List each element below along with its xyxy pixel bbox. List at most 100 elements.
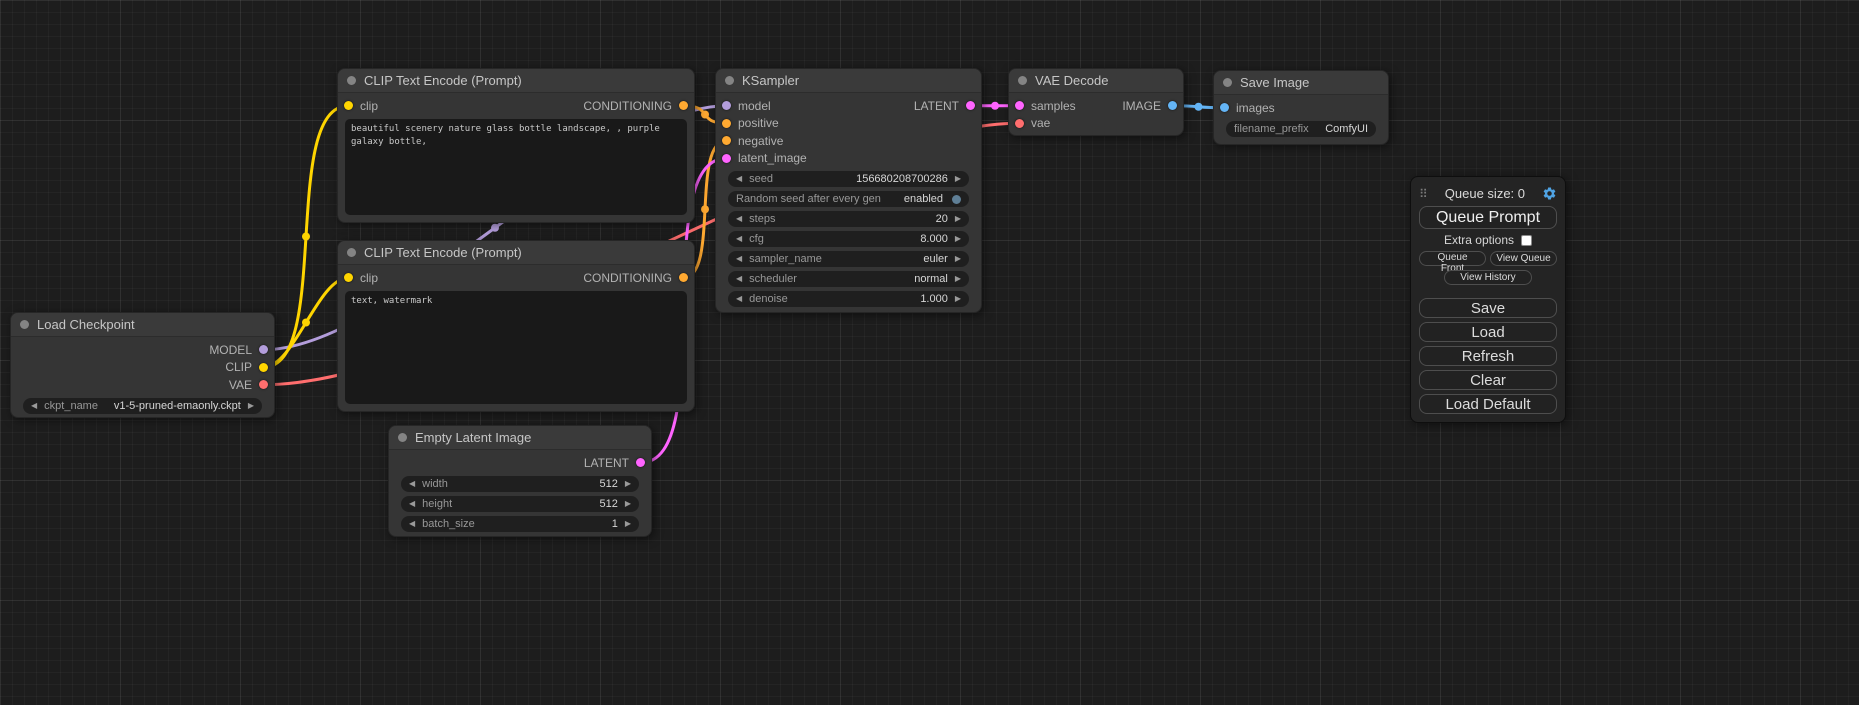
widget-scheduler[interactable]: ◀ scheduler normal ▶ <box>728 271 969 287</box>
drag-handle-icon[interactable]: ⠿ <box>1419 187 1428 201</box>
widget-height[interactable]: ◀ height 512 ▶ <box>401 496 639 512</box>
increment-arrow-icon[interactable]: ▶ <box>625 500 631 508</box>
increment-arrow-icon[interactable]: ▶ <box>955 235 961 243</box>
widget-filename-prefix[interactable]: filename_prefix ComfyUI <box>1226 121 1376 137</box>
toggle-indicator-icon[interactable] <box>952 195 961 204</box>
decrement-arrow-icon[interactable]: ◀ <box>736 175 742 183</box>
output-label-vae: VAE <box>229 378 252 392</box>
widget-random-seed-toggle[interactable]: Random seed after every gen enabled <box>728 191 969 207</box>
widget-value: euler <box>923 253 947 265</box>
node-collapse-dot[interactable] <box>1018 76 1027 85</box>
refresh-button[interactable]: Refresh <box>1419 346 1557 366</box>
node-ksampler[interactable]: KSampler model LATENT positive <box>715 68 982 313</box>
node-canvas[interactable]: Load Checkpoint MODEL CLIP VAE <box>0 0 1859 705</box>
save-button[interactable]: Save <box>1419 298 1557 318</box>
queue-prompt-button[interactable]: Queue Prompt <box>1419 206 1557 229</box>
widget-label: batch_size <box>422 518 475 530</box>
widget-seed[interactable]: ◀ seed 156680208700286 ▶ <box>728 171 969 187</box>
output-slot-image[interactable] <box>1168 101 1177 110</box>
input-slot-images[interactable] <box>1220 103 1229 112</box>
queue-front-button[interactable]: Queue Front <box>1419 251 1486 266</box>
slot-row: vae <box>1009 115 1183 133</box>
node-title: Empty Latent Image <box>415 430 531 445</box>
decrement-arrow-icon[interactable]: ◀ <box>409 500 415 508</box>
load-button[interactable]: Load <box>1419 322 1557 342</box>
input-slot-positive[interactable] <box>722 119 731 128</box>
widget-ckpt-name[interactable]: ◀ ckpt_name v1-5-pruned-emaonly.ckpt ▶ <box>23 398 262 414</box>
clear-button[interactable]: Clear <box>1419 370 1557 390</box>
increment-arrow-icon[interactable]: ▶ <box>248 402 254 410</box>
widget-steps[interactable]: ◀ steps 20 ▶ <box>728 211 969 227</box>
node-title-bar[interactable]: CLIP Text Encode (Prompt) <box>338 69 694 93</box>
node-collapse-dot[interactable] <box>347 248 356 257</box>
node-collapse-dot[interactable] <box>725 76 734 85</box>
view-history-button[interactable]: View History <box>1444 270 1532 285</box>
input-slot-vae[interactable] <box>1015 119 1024 128</box>
slot-row: images <box>1214 99 1388 117</box>
node-title-bar[interactable]: Load Checkpoint <box>11 313 274 337</box>
node-title-bar[interactable]: Save Image <box>1214 71 1388 95</box>
widget-width[interactable]: ◀ width 512 ▶ <box>401 476 639 492</box>
settings-gear-icon[interactable] <box>1542 186 1557 201</box>
prompt-text-input[interactable]: beautiful scenery nature glass bottle la… <box>345 119 687 216</box>
decrement-arrow-icon[interactable]: ◀ <box>736 215 742 223</box>
node-title-bar[interactable]: VAE Decode <box>1009 69 1183 93</box>
increment-arrow-icon[interactable]: ▶ <box>955 255 961 263</box>
decrement-arrow-icon[interactable]: ◀ <box>736 235 742 243</box>
slot-row: MODEL <box>11 341 274 359</box>
input-slot-latent-image[interactable] <box>722 154 731 163</box>
input-slot-clip[interactable] <box>344 273 353 282</box>
output-slot-latent[interactable] <box>966 101 975 110</box>
input-slot-negative[interactable] <box>722 136 731 145</box>
decrement-arrow-icon[interactable]: ◀ <box>409 520 415 528</box>
node-collapse-dot[interactable] <box>398 433 407 442</box>
node-vae-decode[interactable]: VAE Decode samples IMAGE vae <box>1008 68 1184 136</box>
prompt-text-input[interactable]: text, watermark <box>345 291 687 405</box>
output-slot-model[interactable] <box>259 345 268 354</box>
widget-cfg[interactable]: ◀ cfg 8.000 ▶ <box>728 231 969 247</box>
widget-sampler-name[interactable]: ◀ sampler_name euler ▶ <box>728 251 969 267</box>
output-slot-vae[interactable] <box>259 380 268 389</box>
extra-options-checkbox[interactable] <box>1521 235 1532 246</box>
decrement-arrow-icon[interactable]: ◀ <box>736 255 742 263</box>
input-slot-samples[interactable] <box>1015 101 1024 110</box>
node-clip-text-encode-negative[interactable]: CLIP Text Encode (Prompt) clip CONDITION… <box>337 240 695 412</box>
increment-arrow-icon[interactable]: ▶ <box>955 175 961 183</box>
node-collapse-dot[interactable] <box>1223 78 1232 87</box>
input-label-vae: vae <box>1031 116 1050 130</box>
load-default-button[interactable]: Load Default <box>1419 394 1557 414</box>
increment-arrow-icon[interactable]: ▶ <box>955 295 961 303</box>
wire-midpoint-dot <box>302 319 310 327</box>
widget-value: v1-5-pruned-emaonly.ckpt <box>114 400 241 412</box>
view-queue-button[interactable]: View Queue <box>1490 251 1557 266</box>
output-slot-clip[interactable] <box>259 363 268 372</box>
input-slot-clip[interactable] <box>344 101 353 110</box>
increment-arrow-icon[interactable]: ▶ <box>955 215 961 223</box>
output-slot-conditioning[interactable] <box>679 101 688 110</box>
node-title-bar[interactable]: KSampler <box>716 69 981 93</box>
input-slot-model[interactable] <box>722 101 731 110</box>
node-load-checkpoint[interactable]: Load Checkpoint MODEL CLIP VAE <box>10 312 275 418</box>
node-collapse-dot[interactable] <box>347 76 356 85</box>
widget-denoise[interactable]: ◀ denoise 1.000 ▶ <box>728 291 969 307</box>
increment-arrow-icon[interactable]: ▶ <box>625 480 631 488</box>
node-save-image[interactable]: Save Image images filename_prefix ComfyU… <box>1213 70 1389 145</box>
wire-midpoint-dot <box>701 111 709 119</box>
widget-batch-size[interactable]: ◀ batch_size 1 ▶ <box>401 516 639 532</box>
output-slot-latent[interactable] <box>636 458 645 467</box>
increment-arrow-icon[interactable]: ▶ <box>625 520 631 528</box>
node-title-bar[interactable]: CLIP Text Encode (Prompt) <box>338 241 694 265</box>
node-clip-text-encode-positive[interactable]: CLIP Text Encode (Prompt) clip CONDITION… <box>337 68 695 223</box>
output-label-image: IMAGE <box>1122 99 1161 113</box>
node-title: VAE Decode <box>1035 73 1108 88</box>
decrement-arrow-icon[interactable]: ◀ <box>736 295 742 303</box>
decrement-arrow-icon[interactable]: ◀ <box>31 402 37 410</box>
output-label-latent: LATENT <box>914 99 959 113</box>
decrement-arrow-icon[interactable]: ◀ <box>736 275 742 283</box>
increment-arrow-icon[interactable]: ▶ <box>955 275 961 283</box>
output-slot-conditioning[interactable] <box>679 273 688 282</box>
node-empty-latent-image[interactable]: Empty Latent Image LATENT ◀ width 512 ▶ … <box>388 425 652 537</box>
node-title-bar[interactable]: Empty Latent Image <box>389 426 651 450</box>
decrement-arrow-icon[interactable]: ◀ <box>409 480 415 488</box>
node-collapse-dot[interactable] <box>20 320 29 329</box>
